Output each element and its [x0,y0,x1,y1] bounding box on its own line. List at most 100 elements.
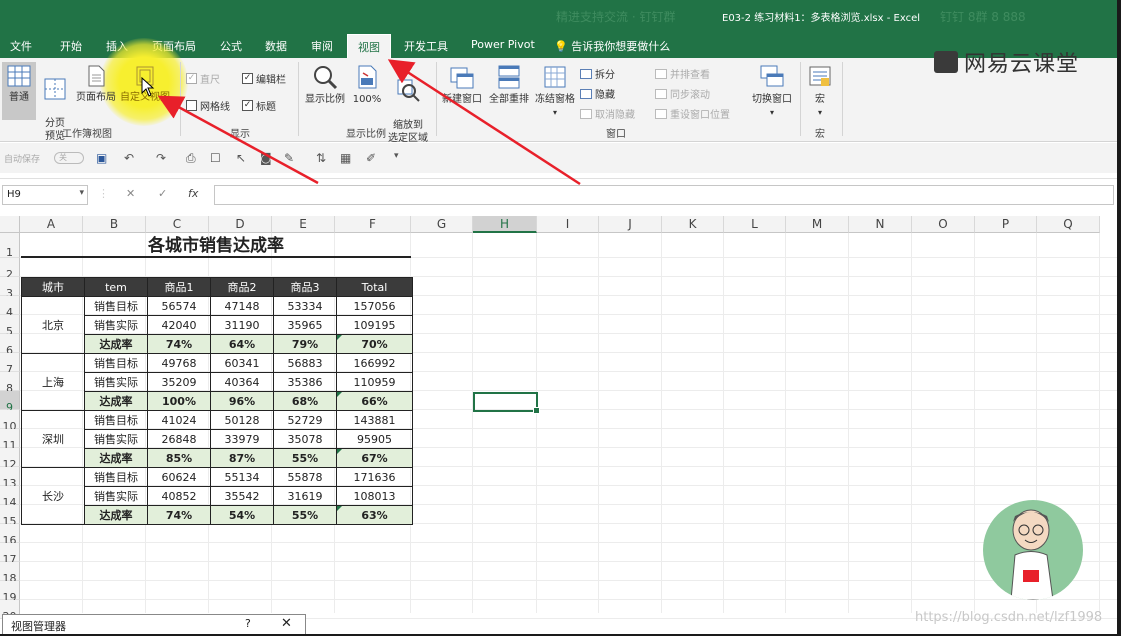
value-cell[interactable]: 41024 [147,410,211,430]
rate-cell[interactable]: 74% [147,505,211,525]
row-label-cell[interactable]: 销售目标 [84,296,148,316]
row-label-cell[interactable]: 达成率 [84,391,148,411]
city-cell[interactable]: 上海 [21,353,85,411]
rate-cell[interactable]: 55% [273,505,337,525]
row-header-15[interactable]: 15 [0,505,20,528]
enter-icon[interactable]: ✓ [158,187,167,200]
city-cell[interactable]: 长沙 [21,467,85,525]
column-header-n[interactable]: N [849,216,912,233]
rate-cell[interactable]: 74% [147,334,211,354]
header-cell[interactable]: 商品3 [273,277,337,297]
tab-formulas[interactable]: 公式 [220,38,242,54]
page-layout-button[interactable]: 页面布局 [74,64,118,104]
sort-ascending-icon[interactable]: ⇅ [316,151,326,165]
row-header-8[interactable]: 8 [0,372,20,395]
active-cell-h9[interactable] [473,392,540,414]
rate-cell[interactable]: 66% [336,391,413,411]
column-header-h[interactable]: H [473,216,537,233]
row-header-16[interactable]: 16 [0,524,20,547]
column-header-g[interactable]: G [411,216,473,233]
tab-power-pivot[interactable]: Power Pivot [471,38,535,51]
rate-cell[interactable]: 70% [336,334,413,354]
value-cell[interactable]: 35965 [273,315,337,335]
row-header-17[interactable]: 17 [0,543,20,566]
camera-icon[interactable]: ◙ [260,151,272,165]
value-cell[interactable]: 40852 [147,486,211,506]
column-header-d[interactable]: D [209,216,272,233]
print-preview-icon[interactable]: ⎙ [186,151,196,166]
rate-cell[interactable]: 67% [336,448,413,468]
value-cell[interactable]: 49768 [147,353,211,373]
header-cell[interactable]: Total [336,277,413,297]
column-header-j[interactable]: J [599,216,662,233]
paint-icon[interactable]: ✎ [284,151,294,165]
rate-cell[interactable]: 54% [210,505,274,525]
value-cell[interactable]: 31190 [210,315,274,335]
tab-home[interactable]: 开始 [60,38,82,54]
rate-cell[interactable]: 100% [147,391,211,411]
column-header-l[interactable]: L [724,216,786,233]
select-pointer-icon[interactable]: ↖ [236,151,246,165]
column-header-o[interactable]: O [912,216,975,233]
row-label-cell[interactable]: 达成率 [84,334,148,354]
value-cell[interactable]: 35386 [273,372,337,392]
close-icon[interactable]: ✕ [281,616,292,631]
tab-file[interactable]: 文件 [10,38,32,54]
city-cell[interactable]: 北京 [21,296,85,354]
value-cell[interactable]: 56883 [273,353,337,373]
normal-view-button[interactable]: 普通 [2,62,36,120]
autosave-toggle[interactable]: 关 [54,152,84,164]
column-header-k[interactable]: K [662,216,724,233]
zoom-100-button[interactable]: 100% [352,64,382,106]
sheet-title[interactable]: 各城市销售达成率 [21,234,411,258]
column-header-m[interactable]: M [786,216,849,233]
tab-view[interactable]: 视图 [347,34,391,58]
macros-button[interactable]: 宏 ▾ [806,64,834,119]
view-side-by-side-button[interactable]: 并排查看 [655,66,710,81]
row-header-4[interactable]: 4 [0,296,20,319]
value-cell[interactable]: 53334 [273,296,337,316]
row-label-cell[interactable]: 销售实际 [84,372,148,392]
column-header-a[interactable]: A [20,216,83,233]
header-cell[interactable]: 商品2 [210,277,274,297]
row-header-19[interactable]: 19 [0,581,20,604]
cancel-icon[interactable]: ✕ [126,187,135,200]
rate-cell[interactable]: 64% [210,334,274,354]
row-label-cell[interactable]: 达成率 [84,505,148,525]
row-label-cell[interactable]: 销售目标 [84,353,148,373]
value-cell[interactable]: 55134 [210,467,274,487]
row-header-13[interactable]: 13 [0,467,20,490]
save-icon[interactable]: ▣ [96,151,107,165]
filter-icon[interactable]: ▦ [340,151,351,165]
tell-me-box[interactable]: 💡 告诉我你想要做什么 [554,38,670,54]
format-painter-icon[interactable]: ✐ [366,151,376,165]
hide-button[interactable]: 隐藏 [580,86,615,101]
rate-cell[interactable]: 68% [273,391,337,411]
arrange-all-button[interactable]: 全部重排 [487,64,531,106]
value-cell[interactable]: 52729 [273,410,337,430]
value-cell[interactable]: 171636 [336,467,413,487]
row-header-6[interactable]: 6 [0,334,20,357]
undo-icon[interactable]: ↶ [124,151,134,165]
freeze-panes-button[interactable]: 冻结窗格 ▾ [533,64,577,119]
insert-function-icon[interactable]: fx [188,187,198,200]
row-header-5[interactable]: 5 [0,315,20,338]
tab-developer[interactable]: 开发工具 [404,38,448,54]
row-header-7[interactable]: 7 [0,353,20,376]
name-box[interactable]: H9 ▾ [2,185,88,205]
row-label-cell[interactable]: 销售目标 [84,410,148,430]
column-header-q[interactable]: Q [1037,216,1100,233]
customize-qat-icon[interactable]: ▾ [394,151,399,161]
value-cell[interactable]: 56574 [147,296,211,316]
tab-review[interactable]: 审阅 [311,38,333,54]
row-label-cell[interactable]: 销售目标 [84,467,148,487]
rate-cell[interactable]: 87% [210,448,274,468]
value-cell[interactable]: 109195 [336,315,413,335]
column-header-i[interactable]: I [537,216,599,233]
row-header-11[interactable]: 11 [0,429,20,452]
city-cell[interactable]: 深圳 [21,410,85,468]
ruler-checkbox[interactable]: ✓ 直尺 [186,71,220,86]
value-cell[interactable]: 110959 [336,372,413,392]
rate-cell[interactable]: 63% [336,505,413,525]
row-label-cell[interactable]: 达成率 [84,448,148,468]
